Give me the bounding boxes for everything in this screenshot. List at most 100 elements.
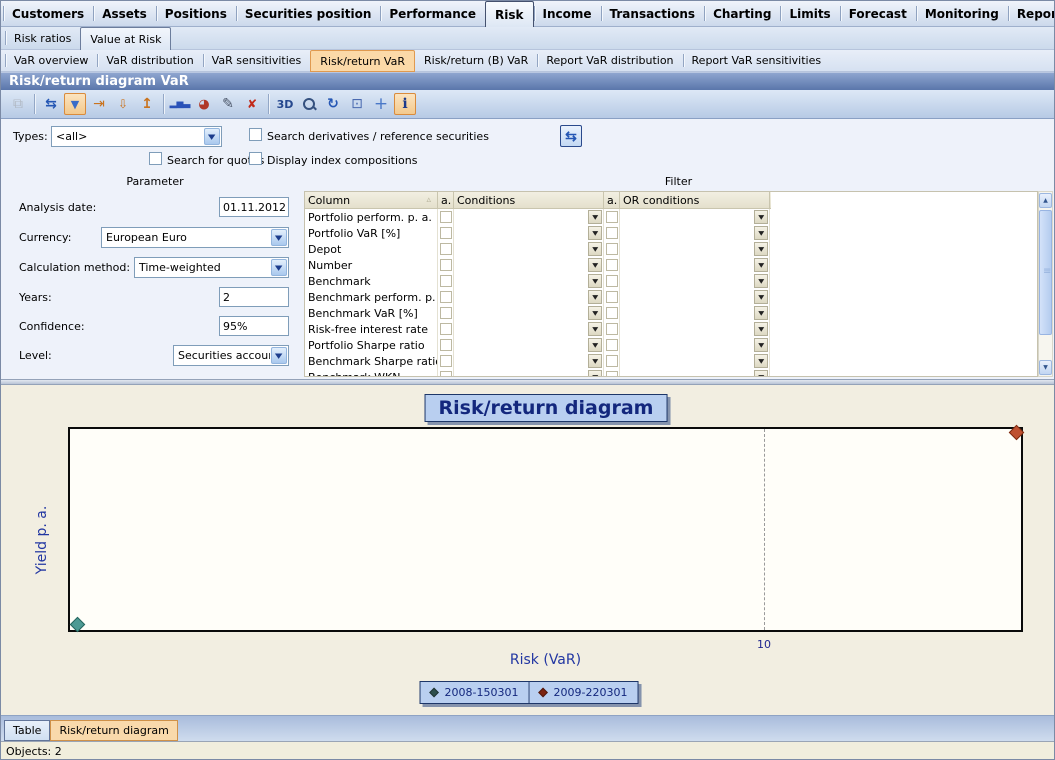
level-select[interactable]: Securities account	[173, 345, 289, 366]
menu-item[interactable]: Monitoring	[916, 1, 1008, 26]
shift-right-icon[interactable]	[88, 93, 110, 115]
conditions-cell[interactable]	[454, 225, 604, 241]
types-select[interactable]: <all>	[51, 126, 222, 147]
or-checkbox[interactable]	[606, 339, 618, 351]
menu-item[interactable]: Transactions	[601, 1, 705, 26]
var-tab[interactable]: Report VaR distribution	[537, 50, 682, 71]
scroll-up-icon[interactable]: ▲	[1039, 193, 1052, 208]
calculation-method-select[interactable]: Time-weighted	[134, 257, 289, 278]
conditions-cell[interactable]	[454, 321, 604, 337]
rescale-icon[interactable]	[136, 93, 158, 115]
menu-item[interactable]: Income	[534, 1, 601, 26]
conditions-dropdown-button[interactable]	[588, 290, 602, 304]
currency-select[interactable]: European Euro	[101, 227, 289, 248]
conditions-dropdown-button[interactable]	[588, 322, 602, 336]
or-conditions-cell[interactable]	[620, 225, 770, 241]
menu-item[interactable]: Reporting	[1008, 1, 1055, 26]
conditions-dropdown-button[interactable]	[588, 242, 602, 256]
bar-chart-icon[interactable]	[169, 93, 191, 115]
conditions-dropdown-button[interactable]	[588, 338, 602, 352]
bottom-tab[interactable]: Risk/return diagram	[50, 720, 177, 741]
scatter-plot-area[interactable]	[68, 427, 1023, 632]
and-checkbox[interactable]	[440, 275, 452, 287]
or-checkbox[interactable]	[606, 259, 618, 271]
or-conditions-dropdown-button[interactable]	[754, 226, 768, 240]
or-conditions-cell[interactable]	[620, 369, 770, 377]
or-conditions-cell[interactable]	[620, 305, 770, 321]
info-icon[interactable]	[394, 93, 416, 115]
menu-item[interactable]: Risk	[485, 1, 533, 27]
rotate-icon[interactable]	[322, 93, 344, 115]
refresh-button[interactable]	[560, 125, 582, 147]
perspective-icon[interactable]	[346, 93, 368, 115]
and-checkbox[interactable]	[440, 307, 452, 319]
or-conditions-dropdown-button[interactable]	[754, 370, 768, 377]
or-checkbox[interactable]	[606, 371, 618, 377]
or-checkbox[interactable]	[606, 275, 618, 287]
or-conditions-dropdown-button[interactable]	[754, 338, 768, 352]
menu-item[interactable]: Assets	[93, 1, 156, 26]
menu-item[interactable]: Limits	[780, 1, 839, 26]
confidence-input[interactable]	[219, 316, 289, 336]
filter-col-header-or-conditions[interactable]: OR conditions	[620, 192, 770, 208]
quotes-checkbox[interactable]	[149, 152, 162, 165]
or-conditions-cell[interactable]	[620, 273, 770, 289]
crosshair-icon[interactable]	[370, 93, 392, 115]
or-conditions-dropdown-button[interactable]	[754, 242, 768, 256]
or-conditions-dropdown-button[interactable]	[754, 354, 768, 368]
conditions-cell[interactable]	[454, 353, 604, 369]
conditions-cell[interactable]	[454, 209, 604, 225]
or-conditions-dropdown-button[interactable]	[754, 306, 768, 320]
or-conditions-cell[interactable]	[620, 209, 770, 225]
chevron-down-icon[interactable]	[204, 128, 220, 145]
var-tab[interactable]: VaR overview	[5, 50, 97, 71]
and-checkbox[interactable]	[440, 371, 452, 377]
years-input[interactable]	[219, 287, 289, 307]
var-tab[interactable]: VaR distribution	[97, 50, 202, 71]
or-conditions-cell[interactable]	[620, 241, 770, 257]
conditions-cell[interactable]	[454, 337, 604, 353]
conditions-cell[interactable]	[454, 289, 604, 305]
and-checkbox[interactable]	[440, 227, 452, 239]
and-checkbox[interactable]	[440, 355, 452, 367]
or-conditions-dropdown-button[interactable]	[754, 274, 768, 288]
filter-scrollbar[interactable]: ▲ ▼	[1038, 191, 1053, 377]
filter-icon[interactable]	[64, 93, 86, 115]
and-checkbox[interactable]	[440, 259, 452, 271]
conditions-cell[interactable]	[454, 241, 604, 257]
menu-item[interactable]: Positions	[156, 1, 236, 26]
menu-item[interactable]: Customers	[3, 1, 93, 26]
filter-col-header-conditions[interactable]: Conditions	[454, 192, 604, 208]
or-conditions-dropdown-button[interactable]	[754, 210, 768, 224]
menu-item[interactable]: Charting	[704, 1, 780, 26]
or-conditions-cell[interactable]	[620, 337, 770, 353]
or-checkbox[interactable]	[606, 227, 618, 239]
or-conditions-dropdown-button[interactable]	[754, 290, 768, 304]
filter-col-header-column[interactable]: Column	[305, 192, 438, 208]
conditions-cell[interactable]	[454, 369, 604, 377]
chevron-down-icon[interactable]	[271, 259, 287, 276]
chevron-down-icon[interactable]	[271, 229, 287, 246]
var-tab[interactable]: VaR sensitivities	[203, 50, 311, 71]
menu-item[interactable]: Performance	[380, 1, 485, 26]
or-checkbox[interactable]	[606, 243, 618, 255]
conditions-cell[interactable]	[454, 273, 604, 289]
conditions-dropdown-button[interactable]	[588, 370, 602, 377]
bottom-tab[interactable]: Table	[4, 720, 50, 741]
or-conditions-cell[interactable]	[620, 289, 770, 305]
conditions-dropdown-button[interactable]	[588, 226, 602, 240]
or-conditions-cell[interactable]	[620, 321, 770, 337]
var-tab[interactable]: Risk/return VaR	[310, 50, 415, 72]
three-d-button[interactable]: 3D	[274, 93, 296, 115]
delete-icon[interactable]	[241, 93, 263, 115]
and-checkbox[interactable]	[440, 211, 452, 223]
and-checkbox[interactable]	[440, 323, 452, 335]
and-checkbox[interactable]	[440, 243, 452, 255]
filter-col-header-and[interactable]: a.	[438, 192, 454, 208]
or-checkbox[interactable]	[606, 323, 618, 335]
or-conditions-dropdown-button[interactable]	[754, 322, 768, 336]
edit-report-icon[interactable]	[217, 93, 239, 115]
conditions-dropdown-button[interactable]	[588, 306, 602, 320]
var-tab[interactable]: Risk/return (B) VaR	[415, 50, 537, 71]
zoom-icon[interactable]	[298, 93, 320, 115]
